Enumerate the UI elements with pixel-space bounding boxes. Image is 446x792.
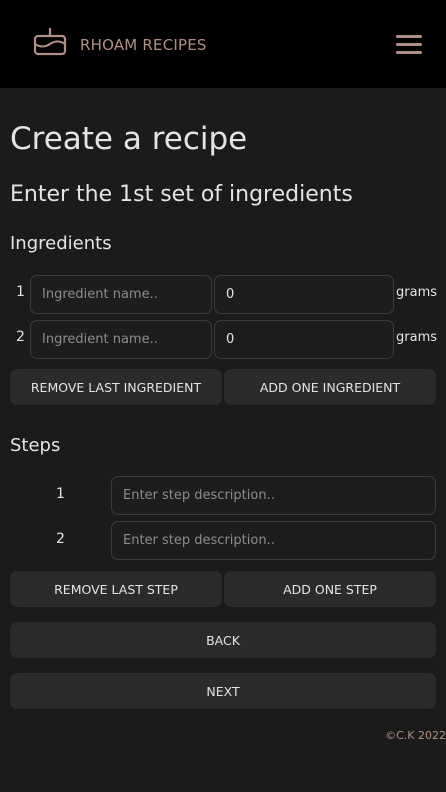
top-navbar: RHOAM RECIPES <box>0 0 446 88</box>
ingredient-row-number: 1 <box>16 284 25 300</box>
back-button[interactable]: BACK <box>10 622 436 658</box>
step-description-input[interactable] <box>111 521 436 560</box>
add-one-step-button[interactable]: ADD ONE STEP <box>224 571 436 607</box>
hamburger-menu-icon[interactable] <box>396 35 422 55</box>
copyright-text: ©C.K 2022 <box>385 729 446 742</box>
step-row-number: 2 <box>56 531 65 547</box>
step-description-input[interactable] <box>111 476 436 515</box>
page-title: Create a recipe <box>10 121 248 157</box>
ingredient-amount-input[interactable] <box>214 320 394 359</box>
ingredients-heading: Ingredients <box>10 233 112 254</box>
next-button[interactable]: NEXT <box>10 673 436 709</box>
step-row-number: 1 <box>56 486 65 502</box>
ingredient-unit-label: grams <box>396 330 437 345</box>
cake-icon[interactable] <box>33 26 67 57</box>
ingredient-unit-label: grams <box>396 285 437 300</box>
ingredient-amount-input[interactable] <box>214 275 394 314</box>
ingredient-name-input[interactable] <box>30 275 212 314</box>
brand-name[interactable]: RHOAM RECIPES <box>80 36 207 54</box>
remove-last-step-button[interactable]: REMOVE LAST STEP <box>10 571 222 607</box>
ingredient-row-number: 2 <box>16 329 25 345</box>
add-one-ingredient-button[interactable]: ADD ONE INGREDIENT <box>224 369 436 405</box>
steps-heading: Steps <box>10 435 61 456</box>
ingredient-name-input[interactable] <box>30 320 212 359</box>
remove-last-ingredient-button[interactable]: REMOVE LAST INGREDIENT <box>10 369 222 405</box>
page-subtitle: Enter the 1st set of ingredients <box>10 182 353 207</box>
